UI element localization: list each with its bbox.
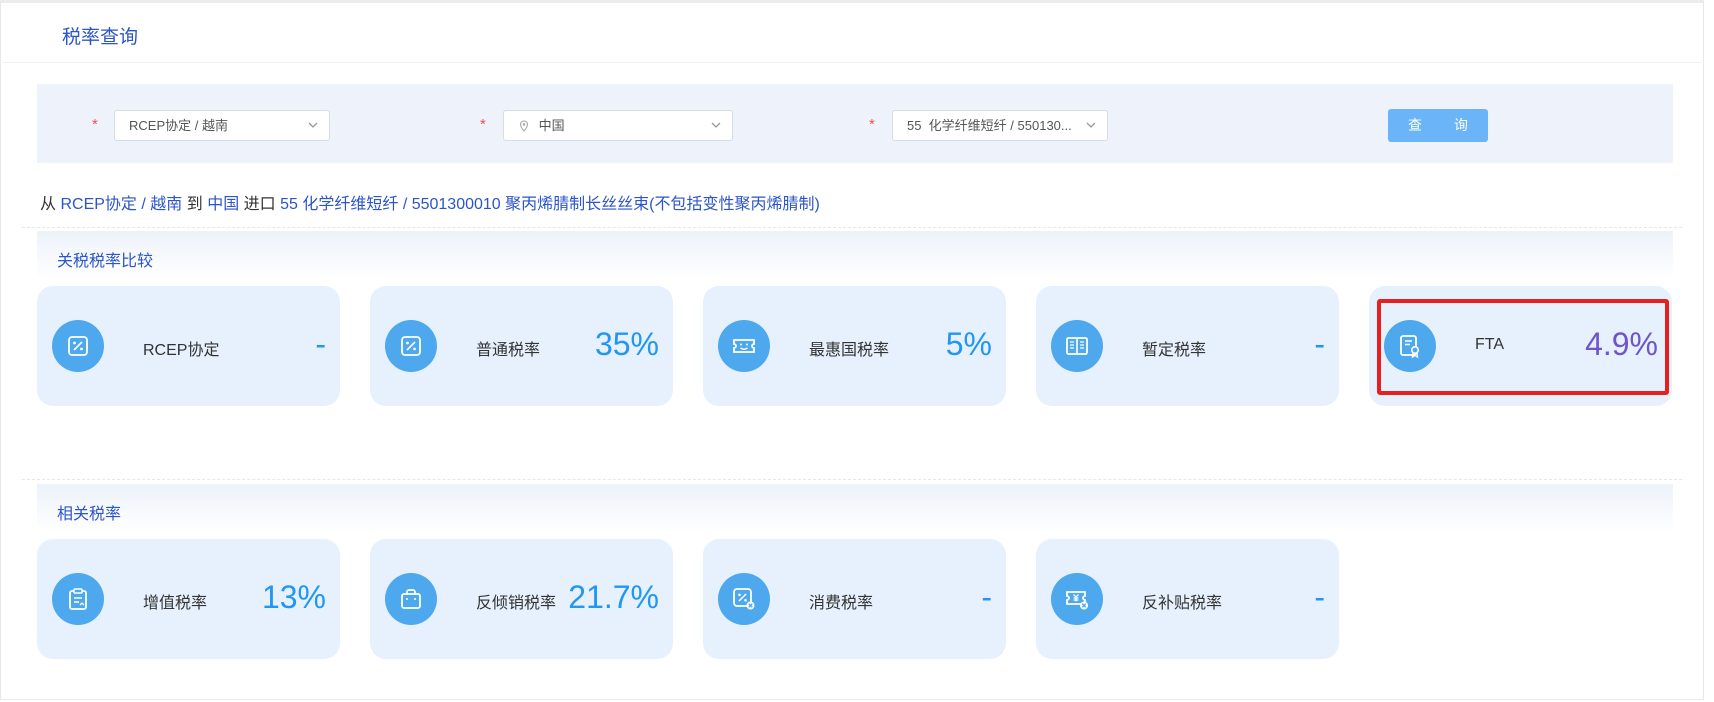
rate-card-label: 反补贴税率 [1142, 595, 1223, 612]
required-mark: * [92, 116, 98, 133]
route-commodity: 55 化学纤维短纤 / 5501300010 聚丙烯腈制长丝丝束(不包括变性聚丙… [280, 196, 820, 213]
required-mark: * [869, 116, 875, 133]
route-to-word: 到 [186, 196, 203, 213]
related-section-header: 相关税率 [37, 484, 1673, 533]
clipboard-icon [52, 573, 104, 625]
rate-card-value: 35% [594, 326, 659, 362]
route-origin: RCEP协定 / 越南 [60, 196, 183, 213]
route-import-word: 进口 [243, 196, 276, 213]
rate-card-general[interactable]: 普通税率 35% [370, 286, 673, 406]
rate-card-value: 5% [945, 326, 992, 362]
chevron-down-icon [711, 122, 721, 128]
rate-card-antidumping[interactable]: 反倾销税率 21.7% [370, 539, 673, 659]
percent-tag-icon [52, 320, 104, 372]
filter-bar: * RCEP协定 / 越南 * 中国 * 55 化学纤维短纤 / 550130.… [37, 84, 1673, 163]
rate-card-value: 13% [261, 579, 326, 615]
destination-select[interactable]: 中国 [503, 110, 733, 141]
percent-cancel-icon [718, 573, 770, 625]
section-divider [22, 227, 1682, 228]
page-title: 税率查询 [62, 27, 139, 48]
rate-card-value: - [981, 579, 992, 615]
rate-card-vat[interactable]: 增值税率 13% [37, 539, 340, 659]
tariff-section-header: 关税税率比较 [37, 231, 1673, 280]
commodity-select-value: 55 化学纤维短纤 / 550130... [907, 118, 1072, 133]
rate-card-label: 增值税率 [143, 595, 208, 612]
shopping-bag-icon [385, 573, 437, 625]
related-section-title: 相关税率 [57, 506, 122, 523]
origin-select-value: RCEP协定 / 越南 [129, 118, 228, 133]
rate-card-mfn[interactable]: 最惠国税率 5% [703, 286, 1006, 406]
rate-card-label: RCEP协定 [143, 342, 220, 359]
rate-card-value: - [1314, 579, 1325, 615]
origin-select[interactable]: RCEP协定 / 越南 [114, 110, 330, 141]
tariff-section-title: 关税税率比较 [57, 253, 154, 270]
query-button[interactable]: 查 询 [1388, 109, 1488, 142]
rate-card-value: - [315, 326, 326, 362]
yuan-cancel-icon [1051, 573, 1103, 625]
rate-card-label: 反倾销税率 [476, 595, 557, 612]
rate-card-provisional[interactable]: 暂定税率 - [1036, 286, 1339, 406]
section-divider [22, 479, 1682, 480]
rate-card-label: 最惠国税率 [809, 342, 890, 359]
title-divider [2, 62, 1702, 63]
rate-card-countervailing[interactable]: 反补贴税率 - [1036, 539, 1339, 659]
commodity-select[interactable]: 55 化学纤维短纤 / 550130... [892, 110, 1108, 141]
destination-select-value: 中国 [538, 118, 565, 133]
rate-card-label: 消费税率 [809, 595, 874, 612]
chevron-down-icon [1086, 122, 1096, 128]
rate-card-rcep[interactable]: RCEP协定 - [37, 286, 340, 406]
rate-card-consumption[interactable]: 消费税率 - [703, 539, 1006, 659]
percent-tag-icon [385, 320, 437, 372]
rate-card-value: - [1314, 326, 1325, 362]
location-pin-icon [519, 120, 529, 132]
ticket-smile-icon [718, 320, 770, 372]
chevron-down-icon [308, 122, 318, 128]
rate-card-label: 普通税率 [476, 342, 541, 359]
route-from-word: 从 [40, 196, 57, 213]
fta-highlight-box [1377, 299, 1669, 395]
route-destination: 中国 [207, 196, 240, 213]
rate-card-value: 21.7% [568, 579, 659, 615]
open-book-icon [1051, 320, 1103, 372]
rate-card-label: 暂定税率 [1142, 342, 1207, 359]
required-mark: * [480, 116, 486, 133]
route-description: 从 RCEP协定 / 越南 到 中国 进口 55 化学纤维短纤 / 550130… [40, 190, 820, 214]
